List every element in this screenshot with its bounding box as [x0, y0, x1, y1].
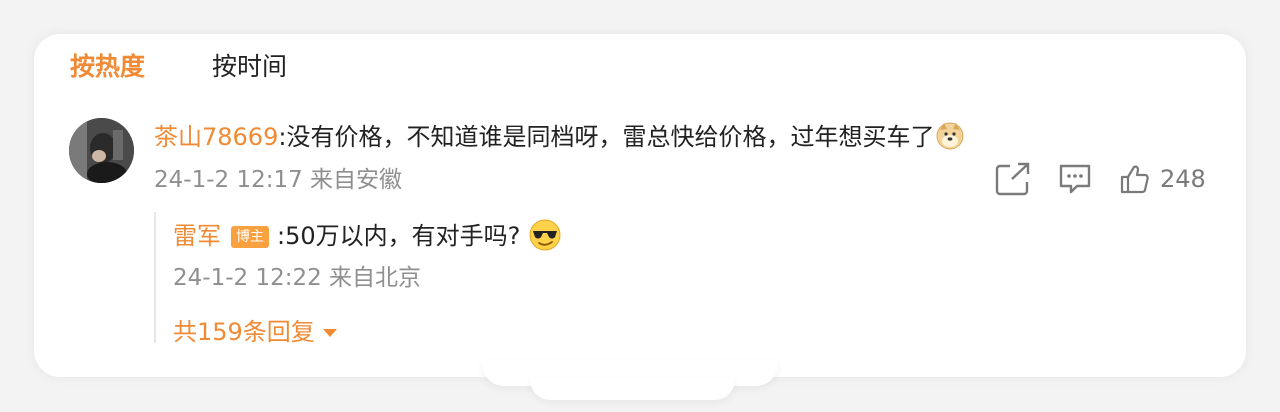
doge-icon [936, 122, 964, 150]
reply-time: 24-1-2 12:22 [173, 265, 322, 291]
avatar[interactable] [69, 118, 134, 183]
author-badge: 博主 [231, 226, 269, 248]
reply-meta: 24-1-2 12:22 来自北京 [173, 262, 421, 294]
share-button[interactable] [995, 160, 1033, 198]
comment-icon [1059, 164, 1091, 194]
chevron-down-icon [322, 329, 337, 337]
share-icon [995, 162, 1030, 196]
comment-button[interactable] [1058, 160, 1092, 198]
reply-row: 雷军 博主 :50万以内，有对手吗? [173, 218, 562, 253]
reply-text: :50万以内，有对手吗? [277, 222, 521, 250]
reply-divider [154, 212, 156, 343]
comment-time: 24-1-2 12:17 [154, 167, 303, 193]
sort-by-hot-tab[interactable]: 按热度 [70, 52, 145, 82]
card-bottom-edge-2 [530, 378, 735, 400]
sunglasses-emoji-icon [528, 218, 562, 252]
reply-location: 来自北京 [329, 265, 422, 291]
like-button[interactable]: 248 [1120, 160, 1206, 198]
comment-row: 茶山78669:没有价格，不知道谁是同档呀，雷总快给价格，过年想买车了 [154, 120, 964, 154]
comment-meta: 24-1-2 12:17 来自安徽 [154, 164, 402, 196]
comment-location: 来自安徽 [310, 167, 403, 193]
comment-username[interactable]: 茶山78669 [154, 123, 278, 151]
avatar-image [69, 118, 134, 183]
comment-text: :没有价格，不知道谁是同档呀，雷总快给价格，过年想买车了 [278, 123, 935, 151]
sort-by-time-tab[interactable]: 按时间 [212, 52, 287, 82]
like-count: 248 [1160, 165, 1206, 193]
reply-username[interactable]: 雷军 [173, 222, 221, 250]
more-replies-label: 共159条回复 [173, 318, 315, 346]
thumbs-up-icon [1120, 165, 1149, 194]
view-more-replies-button[interactable]: 共159条回复 [173, 316, 337, 348]
